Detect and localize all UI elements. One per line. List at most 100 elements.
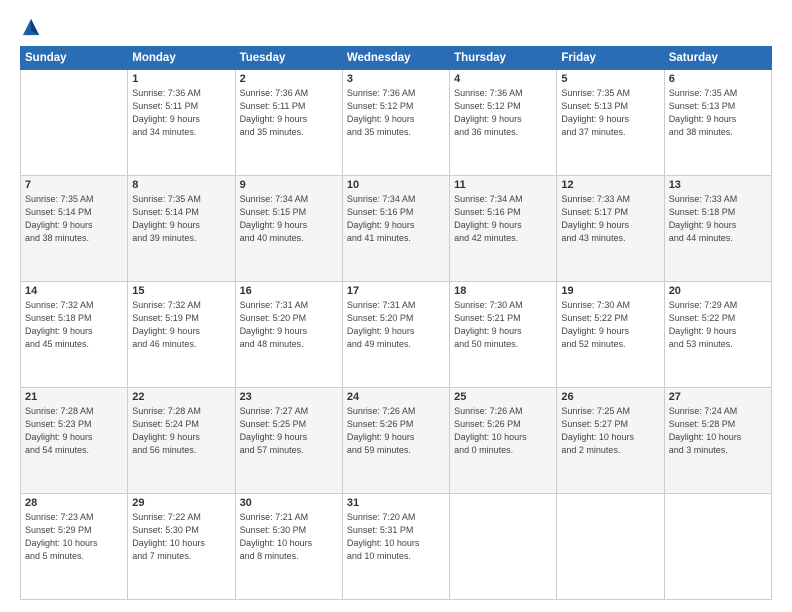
- day-number: 4: [454, 73, 552, 85]
- calendar-cell: [21, 70, 128, 176]
- calendar-cell: 26 Sunrise: 7:25 AM Sunset: 5:27 PM Dayli…: [557, 388, 664, 494]
- calendar-cell: 16 Sunrise: 7:31 AM Sunset: 5:20 PM Dayli…: [235, 282, 342, 388]
- logo-icon: [20, 16, 42, 38]
- day-number: 31: [347, 497, 445, 509]
- header: [20, 16, 772, 38]
- calendar-cell: 13 Sunrise: 7:33 AM Sunset: 5:18 PM Dayli…: [664, 176, 771, 282]
- day-info: Sunrise: 7:32 AM Sunset: 5:18 PM Dayligh…: [25, 299, 123, 351]
- day-number: 17: [347, 285, 445, 297]
- calendar-cell: 14 Sunrise: 7:32 AM Sunset: 5:18 PM Dayli…: [21, 282, 128, 388]
- day-number: 29: [132, 497, 230, 509]
- day-info: Sunrise: 7:20 AM Sunset: 5:31 PM Dayligh…: [347, 511, 445, 563]
- day-number: 26: [561, 391, 659, 403]
- day-info: Sunrise: 7:30 AM Sunset: 5:21 PM Dayligh…: [454, 299, 552, 351]
- calendar-cell: 11Sunrise: 7:34 AM Sunset: 5:16 PM Dayli…: [450, 176, 557, 282]
- day-info: Sunrise: 7:21 AM Sunset: 5:30 PM Dayligh…: [240, 511, 338, 563]
- day-number: 19: [561, 285, 659, 297]
- day-info: Sunrise: 7:30 AM Sunset: 5:22 PM Dayligh…: [561, 299, 659, 351]
- day-info: Sunrise: 7:35 AM Sunset: 5:13 PM Dayligh…: [669, 87, 767, 139]
- day-info: Sunrise: 7:28 AM Sunset: 5:24 PM Dayligh…: [132, 405, 230, 457]
- day-info: Sunrise: 7:32 AM Sunset: 5:19 PM Dayligh…: [132, 299, 230, 351]
- calendar-week: 14 Sunrise: 7:32 AM Sunset: 5:18 PM Dayli…: [21, 282, 772, 388]
- calendar-cell: 28Sunrise: 7:23 AM Sunset: 5:29 PM Dayli…: [21, 494, 128, 600]
- calendar-cell: 29 Sunrise: 7:22 AM Sunset: 5:30 PM Dayli…: [128, 494, 235, 600]
- calendar-cell: [664, 494, 771, 600]
- calendar-cell: 6Sunrise: 7:35 AM Sunset: 5:13 PM Daylig…: [664, 70, 771, 176]
- day-info: Sunrise: 7:36 AM Sunset: 5:11 PM Dayligh…: [132, 87, 230, 139]
- day-number: 10: [347, 179, 445, 191]
- day-number: 14: [25, 285, 123, 297]
- day-info: Sunrise: 7:24 AM Sunset: 5:28 PM Dayligh…: [669, 405, 767, 457]
- day-number: 25: [454, 391, 552, 403]
- calendar-cell: 18 Sunrise: 7:30 AM Sunset: 5:21 PM Dayli…: [450, 282, 557, 388]
- calendar-cell: 27 Sunrise: 7:24 AM Sunset: 5:28 PM Dayli…: [664, 388, 771, 494]
- day-number: 9: [240, 179, 338, 191]
- calendar-cell: 15 Sunrise: 7:32 AM Sunset: 5:19 PM Dayli…: [128, 282, 235, 388]
- weekday-header: Friday: [557, 47, 664, 70]
- day-info: Sunrise: 7:33 AM Sunset: 5:17 PM Dayligh…: [561, 193, 659, 245]
- day-info: Sunrise: 7:36 AM Sunset: 5:12 PM Dayligh…: [347, 87, 445, 139]
- day-info: Sunrise: 7:26 AM Sunset: 5:26 PM Dayligh…: [347, 405, 445, 457]
- calendar-cell: 31 Sunrise: 7:20 AM Sunset: 5:31 PM Dayli…: [342, 494, 449, 600]
- day-info: Sunrise: 7:25 AM Sunset: 5:27 PM Dayligh…: [561, 405, 659, 457]
- day-info: Sunrise: 7:29 AM Sunset: 5:22 PM Dayligh…: [669, 299, 767, 351]
- day-info: Sunrise: 7:26 AM Sunset: 5:26 PM Dayligh…: [454, 405, 552, 457]
- day-info: Sunrise: 7:28 AM Sunset: 5:23 PM Dayligh…: [25, 405, 123, 457]
- day-number: 24: [347, 391, 445, 403]
- calendar-week: 7Sunrise: 7:35 AM Sunset: 5:14 PM Daylig…: [21, 176, 772, 282]
- calendar-cell: 12 Sunrise: 7:33 AM Sunset: 5:17 PM Dayli…: [557, 176, 664, 282]
- day-info: Sunrise: 7:31 AM Sunset: 5:20 PM Dayligh…: [347, 299, 445, 351]
- day-number: 18: [454, 285, 552, 297]
- day-number: 8: [132, 179, 230, 191]
- calendar-cell: 24 Sunrise: 7:26 AM Sunset: 5:26 PM Dayli…: [342, 388, 449, 494]
- day-info: Sunrise: 7:31 AM Sunset: 5:20 PM Dayligh…: [240, 299, 338, 351]
- calendar-cell: 5 Sunrise: 7:35 AM Sunset: 5:13 PM Daylig…: [557, 70, 664, 176]
- day-info: Sunrise: 7:33 AM Sunset: 5:18 PM Dayligh…: [669, 193, 767, 245]
- page: SundayMondayTuesdayWednesdayThursdayFrid…: [0, 0, 792, 612]
- day-info: Sunrise: 7:35 AM Sunset: 5:14 PM Dayligh…: [25, 193, 123, 245]
- day-number: 15: [132, 285, 230, 297]
- calendar-cell: 25 Sunrise: 7:26 AM Sunset: 5:26 PM Dayli…: [450, 388, 557, 494]
- day-info: Sunrise: 7:27 AM Sunset: 5:25 PM Dayligh…: [240, 405, 338, 457]
- day-info: Sunrise: 7:34 AM Sunset: 5:16 PM Dayligh…: [454, 193, 552, 245]
- calendar-header: SundayMondayTuesdayWednesdayThursdayFrid…: [21, 47, 772, 70]
- calendar-cell: 3Sunrise: 7:36 AM Sunset: 5:12 PM Daylig…: [342, 70, 449, 176]
- day-number: 20: [669, 285, 767, 297]
- header-row: SundayMondayTuesdayWednesdayThursdayFrid…: [21, 47, 772, 70]
- weekday-header: Saturday: [664, 47, 771, 70]
- day-info: Sunrise: 7:34 AM Sunset: 5:16 PM Dayligh…: [347, 193, 445, 245]
- day-number: 22: [132, 391, 230, 403]
- day-info: Sunrise: 7:23 AM Sunset: 5:29 PM Dayligh…: [25, 511, 123, 563]
- calendar-cell: [557, 494, 664, 600]
- calendar-cell: 23 Sunrise: 7:27 AM Sunset: 5:25 PM Dayli…: [235, 388, 342, 494]
- day-number: 16: [240, 285, 338, 297]
- weekday-header: Sunday: [21, 47, 128, 70]
- calendar-cell: 17 Sunrise: 7:31 AM Sunset: 5:20 PM Dayli…: [342, 282, 449, 388]
- calendar-cell: 20 Sunrise: 7:29 AM Sunset: 5:22 PM Dayli…: [664, 282, 771, 388]
- calendar-cell: [450, 494, 557, 600]
- day-number: 12: [561, 179, 659, 191]
- day-number: 30: [240, 497, 338, 509]
- day-number: 21: [25, 391, 123, 403]
- day-info: Sunrise: 7:22 AM Sunset: 5:30 PM Dayligh…: [132, 511, 230, 563]
- day-number: 2: [240, 73, 338, 85]
- day-number: 23: [240, 391, 338, 403]
- calendar-cell: 21 Sunrise: 7:28 AM Sunset: 5:23 PM Dayli…: [21, 388, 128, 494]
- day-number: 27: [669, 391, 767, 403]
- calendar-week: 21 Sunrise: 7:28 AM Sunset: 5:23 PM Dayli…: [21, 388, 772, 494]
- day-number: 13: [669, 179, 767, 191]
- day-info: Sunrise: 7:35 AM Sunset: 5:13 PM Dayligh…: [561, 87, 659, 139]
- day-info: Sunrise: 7:35 AM Sunset: 5:14 PM Dayligh…: [132, 193, 230, 245]
- weekday-header: Wednesday: [342, 47, 449, 70]
- calendar-week: 28Sunrise: 7:23 AM Sunset: 5:29 PM Dayli…: [21, 494, 772, 600]
- calendar-cell: 8 Sunrise: 7:35 AM Sunset: 5:14 PM Daylig…: [128, 176, 235, 282]
- logo: [20, 16, 46, 38]
- calendar-cell: 1Sunrise: 7:36 AM Sunset: 5:11 PM Daylig…: [128, 70, 235, 176]
- weekday-header: Monday: [128, 47, 235, 70]
- calendar-cell: 22 Sunrise: 7:28 AM Sunset: 5:24 PM Dayli…: [128, 388, 235, 494]
- day-info: Sunrise: 7:34 AM Sunset: 5:15 PM Dayligh…: [240, 193, 338, 245]
- day-number: 5: [561, 73, 659, 85]
- calendar-cell: 7Sunrise: 7:35 AM Sunset: 5:14 PM Daylig…: [21, 176, 128, 282]
- calendar-cell: 4Sunrise: 7:36 AM Sunset: 5:12 PM Daylig…: [450, 70, 557, 176]
- calendar-cell: 19 Sunrise: 7:30 AM Sunset: 5:22 PM Dayli…: [557, 282, 664, 388]
